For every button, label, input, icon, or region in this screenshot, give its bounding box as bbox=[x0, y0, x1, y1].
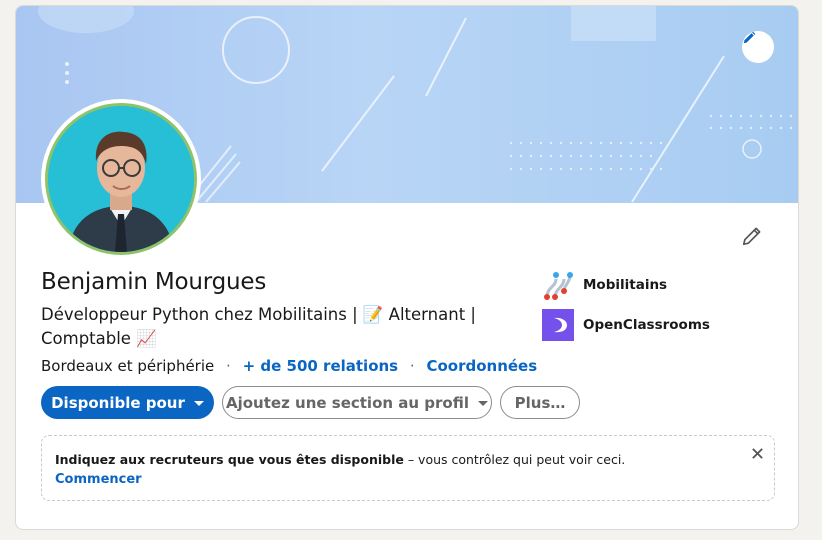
close-icon bbox=[751, 447, 763, 459]
notice-bold-text: Indiquez aux recruteurs que vous êtes di… bbox=[55, 452, 404, 467]
available-for-button[interactable]: Disponible pour bbox=[41, 386, 214, 419]
contact-info-link[interactable]: Coordonnées bbox=[426, 357, 537, 375]
edit-profile-button[interactable] bbox=[738, 222, 766, 250]
location-text: Bordeaux et périphérie bbox=[41, 357, 215, 375]
caret-down-icon bbox=[478, 401, 489, 406]
location-line: Bordeaux et périphérie · + de 500 relati… bbox=[41, 357, 537, 375]
mobilitains-logo-icon bbox=[542, 269, 574, 301]
headline-text: Développeur Python chez Mobilitains | bbox=[41, 305, 363, 324]
company-item-openclassrooms[interactable]: OpenClassrooms bbox=[542, 308, 710, 342]
close-button[interactable] bbox=[748, 444, 766, 462]
notice-rest-text: – vous contrôlez qui peut voir ceci. bbox=[403, 452, 626, 467]
get-started-link[interactable]: Commencer bbox=[55, 472, 142, 487]
relations-link[interactable]: + de 500 relations bbox=[243, 357, 399, 375]
chart-emoji: 📈 bbox=[136, 329, 157, 348]
caret-down-icon bbox=[193, 401, 204, 406]
profile-headline: Développeur Python chez Mobilitains | 📝 … bbox=[41, 303, 511, 351]
profile-name: Benjamin Mourgues bbox=[41, 269, 267, 295]
button-label: Disponible pour bbox=[51, 393, 185, 412]
button-label: Plus… bbox=[514, 393, 566, 412]
add-profile-section-button[interactable]: Ajoutez une section au profil bbox=[222, 386, 492, 419]
open-to-work-notice: Indiquez aux recruteurs que vous êtes di… bbox=[41, 435, 775, 501]
profile-card: Benjamin Mourgues Développeur Python che… bbox=[15, 5, 799, 530]
more-button[interactable]: Plus… bbox=[500, 386, 580, 419]
profile-photo[interactable] bbox=[41, 99, 201, 259]
separator: · bbox=[409, 357, 415, 375]
company-item-mobilitains[interactable]: Mobilitains bbox=[542, 268, 710, 302]
company-name: Mobilitains bbox=[583, 277, 668, 293]
button-label: Ajoutez une section au profil bbox=[225, 393, 470, 412]
openclassrooms-logo-icon bbox=[542, 309, 574, 341]
edit-banner-button[interactable] bbox=[742, 31, 774, 63]
pencil-icon bbox=[743, 31, 756, 44]
experience-summary: Mobilitains OpenClassrooms bbox=[542, 268, 710, 348]
pencil-icon bbox=[742, 227, 761, 246]
memo-emoji: 📝 bbox=[362, 305, 384, 324]
portrait-image bbox=[48, 106, 194, 252]
separator: · bbox=[226, 357, 231, 375]
avatar bbox=[45, 103, 197, 255]
notice-text: Indiquez aux recruteurs que vous êtes di… bbox=[55, 452, 625, 467]
company-name: OpenClassrooms bbox=[583, 317, 710, 333]
